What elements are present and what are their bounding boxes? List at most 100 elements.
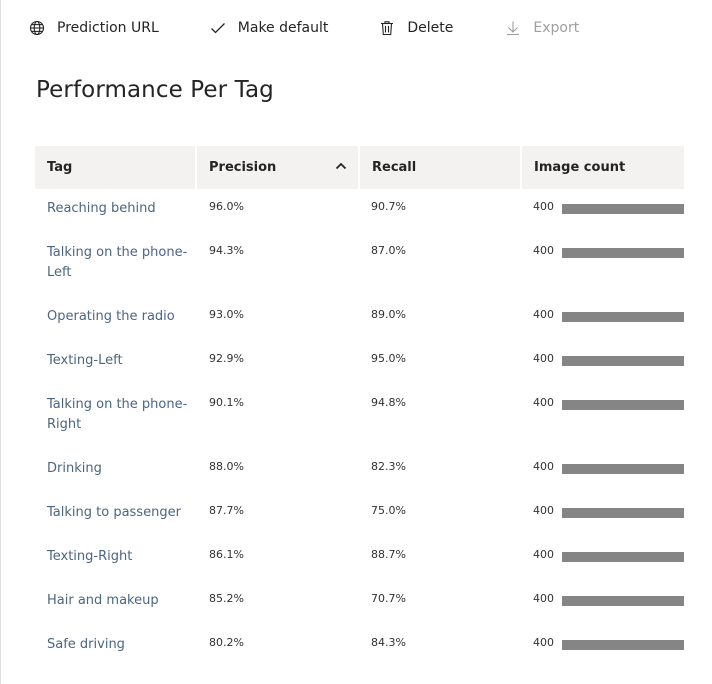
tag-cell: Reaching behind <box>35 189 197 219</box>
image-count-cell: 400 <box>521 449 684 476</box>
image-count-cell: 400 <box>521 581 684 608</box>
image-count-bar <box>562 204 684 214</box>
image-count-bar <box>562 596 684 606</box>
tag-cell: Drinking <box>35 449 197 479</box>
tag-name-continued: Right <box>47 417 82 432</box>
table-header: Tag Precision Recall Image count <box>35 146 684 189</box>
precision-value: 93.0% <box>209 308 244 321</box>
delete-label: Delete <box>407 20 454 36</box>
page-title: Performance Per Tag <box>36 77 274 103</box>
table-row: Texting-Left 92.9% 95.0% 400 <box>35 341 684 385</box>
image-count-cell: 400 <box>521 625 684 652</box>
performance-table: Tag Precision Recall Image count Reachin… <box>35 146 684 669</box>
image-count-cell: 400 <box>521 385 684 412</box>
image-count-value: 400 <box>533 308 554 321</box>
image-count-value: 400 <box>533 200 554 213</box>
table-row: Hair and makeup 85.2% 70.7% 400 <box>35 581 684 625</box>
tag-name: Hair and makeup <box>47 593 159 608</box>
recall-value: 88.7% <box>371 548 406 561</box>
image-count-value: 400 <box>533 352 554 365</box>
image-count-value: 400 <box>533 244 554 257</box>
recall-value: 70.7% <box>371 592 406 605</box>
tag-cell: Safe driving <box>35 625 197 655</box>
make-default-label: Make default <box>237 20 329 36</box>
download-arrow-icon <box>505 20 521 36</box>
tag-cell: Texting-Right <box>35 537 197 567</box>
precision-value: 85.2% <box>209 592 244 605</box>
tag-name: Texting-Right <box>47 549 133 564</box>
recall-value: 90.7% <box>371 200 406 213</box>
recall-value: 95.0% <box>371 352 406 365</box>
table-row: Talking on the phone- Left 94.3% 87.0% 400 <box>35 233 684 297</box>
export-label: Export <box>533 20 580 36</box>
make-default-button[interactable]: Make default <box>210 20 329 36</box>
table-row: Talking on the phone- Right 90.1% 94.8% 400 <box>35 385 684 449</box>
tag-cell: Talking on the phone- Left <box>35 233 197 283</box>
image-count-bar <box>562 508 684 518</box>
tag-name: Talking to passenger <box>47 505 181 520</box>
precision-value: 87.7% <box>209 504 244 517</box>
trash-icon <box>379 20 395 36</box>
performance-panel: Prediction URL Make default Delete Expor… <box>0 0 712 684</box>
recall-value: 87.0% <box>371 244 406 257</box>
table-row: Reaching behind 96.0% 90.7% 400 <box>35 189 684 233</box>
export-button[interactable]: Export <box>505 20 579 36</box>
image-count-value: 400 <box>533 460 554 473</box>
tag-name: Texting-Left <box>47 353 123 368</box>
image-count-value: 400 <box>533 548 554 561</box>
tag-name: Safe driving <box>47 637 125 652</box>
tag-name: Talking on the phone- <box>47 397 188 412</box>
image-count-bar <box>562 552 684 562</box>
tag-cell: Operating the radio <box>35 297 197 327</box>
image-count-bar <box>562 464 684 474</box>
image-count-bar <box>562 400 684 410</box>
precision-value: 90.1% <box>209 396 244 409</box>
column-header-tag[interactable]: Tag <box>35 146 195 189</box>
prediction-url-label: Prediction URL <box>57 20 159 36</box>
column-header-recall[interactable]: Recall <box>360 146 520 189</box>
image-count-bar <box>562 640 684 650</box>
image-count-value: 400 <box>533 396 554 409</box>
image-count-cell: 400 <box>521 341 684 368</box>
chevron-up-icon <box>335 160 347 170</box>
table-body: Reaching behind 96.0% 90.7% 400 Talking on t… <box>35 189 684 669</box>
column-header-image-count-label: Image count <box>534 160 626 175</box>
image-count-value: 400 <box>533 636 554 649</box>
image-count-bar <box>562 312 684 322</box>
image-count-cell: 400 <box>521 233 684 260</box>
globe-icon <box>29 20 45 36</box>
precision-value: 96.0% <box>209 200 244 213</box>
column-header-tag-label: Tag <box>47 160 73 175</box>
precision-value: 86.1% <box>209 548 244 561</box>
column-header-precision[interactable]: Precision <box>197 146 358 189</box>
table-row: Operating the radio 93.0% 89.0% 400 <box>35 297 684 341</box>
precision-value: 80.2% <box>209 636 244 649</box>
prediction-url-button[interactable]: Prediction URL <box>29 20 159 36</box>
tag-name: Reaching behind <box>47 201 156 216</box>
recall-value: 94.8% <box>371 396 406 409</box>
table-row: Talking to passenger 87.7% 75.0% 400 <box>35 493 684 537</box>
tag-name: Operating the radio <box>47 309 175 324</box>
tag-cell: Hair and makeup <box>35 581 197 611</box>
tag-cell: Texting-Left <box>35 341 197 371</box>
recall-value: 89.0% <box>371 308 406 321</box>
image-count-bar <box>562 248 684 258</box>
checkmark-icon <box>210 20 226 36</box>
column-header-precision-label: Precision <box>209 160 277 175</box>
column-header-image-count[interactable]: Image count <box>522 146 684 189</box>
table-row: Safe driving 80.2% 84.3% 400 <box>35 625 684 669</box>
image-count-value: 400 <box>533 504 554 517</box>
delete-button[interactable]: Delete <box>379 20 453 36</box>
image-count-cell: 400 <box>521 493 684 520</box>
image-count-cell: 400 <box>521 189 684 216</box>
recall-value: 75.0% <box>371 504 406 517</box>
tag-cell: Talking to passenger <box>35 493 197 523</box>
tag-name-continued: Left <box>47 265 72 280</box>
tag-name: Talking on the phone- <box>47 245 188 260</box>
column-header-recall-label: Recall <box>372 160 417 175</box>
image-count-cell: 400 <box>521 537 684 564</box>
table-row: Drinking 88.0% 82.3% 400 <box>35 449 684 493</box>
precision-value: 92.9% <box>209 352 244 365</box>
image-count-bar <box>562 356 684 366</box>
tag-name: Drinking <box>47 461 102 476</box>
